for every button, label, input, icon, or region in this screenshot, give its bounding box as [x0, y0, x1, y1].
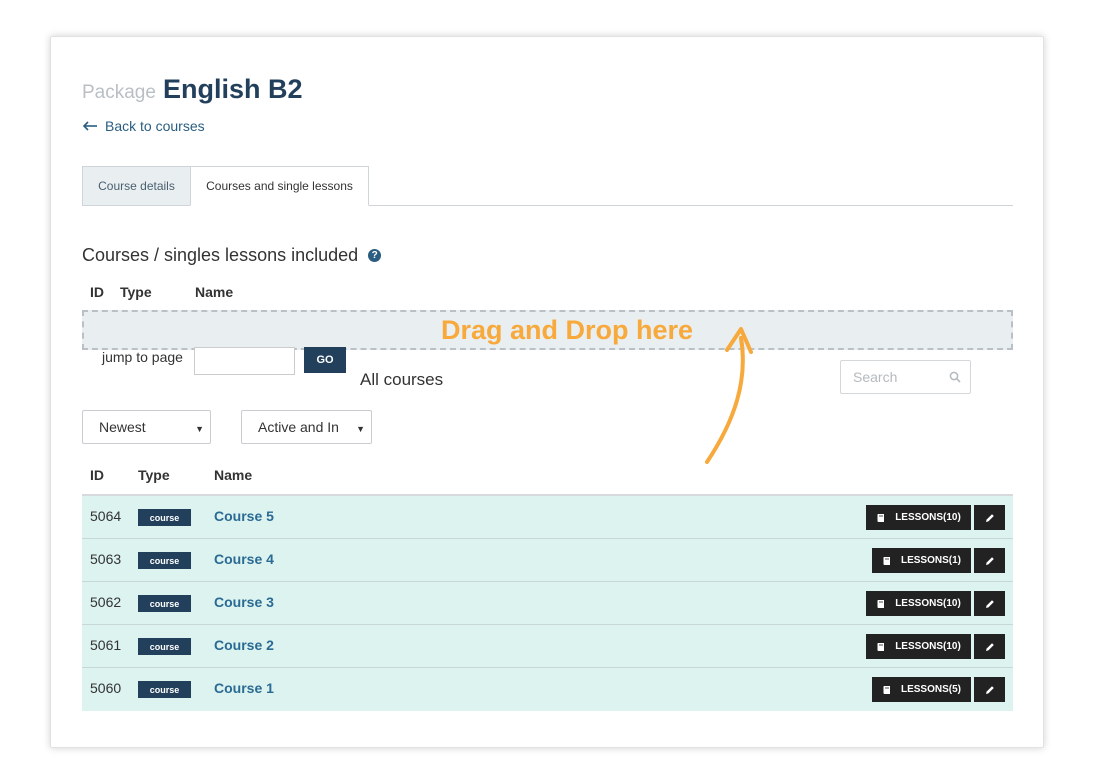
row-id: 5062	[90, 594, 122, 610]
status-filter-select[interactable]: Active and In ▼	[241, 410, 372, 444]
pencil-icon	[985, 599, 994, 608]
book-icon	[883, 685, 890, 694]
tab-bar: Course details Courses and single lesson…	[82, 166, 1013, 206]
jump-to-page-input[interactable]	[194, 347, 295, 375]
pencil-icon	[985, 642, 994, 651]
jump-to-page-label: jump to page	[102, 349, 183, 365]
lessons-button[interactable]: LESSONS(10)	[866, 505, 971, 530]
sort-select-value: Newest	[99, 419, 146, 435]
question-circle-icon[interactable]: ?	[368, 249, 382, 262]
lessons-button[interactable]: LESSONS(10)	[866, 591, 971, 616]
tab-courses-and-single-lessons[interactable]: Courses and single lessons	[190, 166, 369, 206]
course-name-link[interactable]: Course 5	[214, 508, 274, 524]
table-row[interactable]: 5062 course Course 3 LESSONS(10)	[82, 582, 1013, 625]
edit-button[interactable]	[974, 591, 1005, 616]
included-col-name: Name	[195, 284, 234, 300]
included-col-type: Type	[120, 284, 152, 300]
row-id: 5061	[90, 637, 122, 653]
type-badge: course	[138, 681, 191, 698]
course-name-link[interactable]: Course 1	[214, 680, 274, 696]
package-name: English B2	[162, 74, 303, 104]
search-field[interactable]	[840, 360, 971, 394]
table-row[interactable]: 5060 course Course 1 LESSONS(5)	[82, 668, 1013, 711]
lessons-button[interactable]: LESSONS(5)	[872, 677, 971, 702]
book-icon	[877, 642, 885, 651]
sort-select[interactable]: Newest ▼	[82, 410, 211, 444]
lessons-button-label: LESSONS(1)	[900, 555, 961, 566]
search-icon	[949, 371, 961, 383]
edit-button[interactable]	[974, 548, 1005, 573]
go-button[interactable]: GO	[304, 347, 346, 373]
included-col-id: ID	[90, 284, 104, 300]
drop-zone-text: Drag and Drop here	[441, 315, 694, 345]
course-name-link[interactable]: Course 4	[214, 551, 274, 567]
lessons-button-label: LESSONS(10)	[895, 641, 961, 652]
included-title-text: Courses / singles lessons included	[82, 245, 359, 265]
status-filter-value: Active and In	[258, 419, 339, 435]
row-id: 5063	[90, 551, 122, 567]
pencil-icon	[985, 685, 994, 694]
type-badge: course	[138, 638, 191, 655]
row-id: 5060	[90, 680, 122, 696]
course-name-link[interactable]: Course 3	[214, 594, 274, 610]
caret-down-icon: ▼	[356, 424, 365, 434]
edit-button[interactable]	[974, 677, 1005, 702]
row-id: 5064	[90, 508, 122, 524]
edit-button[interactable]	[974, 634, 1005, 659]
list-col-type: Type	[138, 467, 170, 483]
type-badge: course	[138, 552, 191, 569]
lessons-button[interactable]: LESSONS(10)	[866, 634, 971, 659]
table-row[interactable]: 5061 course Course 2 LESSONS(10)	[82, 625, 1013, 668]
lessons-button-label: LESSONS(10)	[895, 512, 961, 523]
arrow-left-icon	[82, 121, 97, 131]
included-section-title: Courses / singles lessons included ?	[82, 245, 382, 266]
lessons-button-label: LESSONS(10)	[895, 598, 961, 609]
table-row[interactable]: 5064 course Course 5 LESSONS(10)	[82, 496, 1013, 539]
package-label: Package	[82, 82, 156, 103]
package-card: Package English B2 Back to courses Cours…	[50, 36, 1044, 748]
table-row[interactable]: 5063 course Course 4 LESSONS(1)	[82, 539, 1013, 582]
list-col-id: ID	[90, 467, 104, 483]
pencil-icon	[985, 513, 994, 522]
caret-down-icon: ▼	[195, 424, 204, 434]
tab-course-details[interactable]: Course details	[82, 166, 191, 206]
book-icon	[877, 599, 885, 608]
book-icon	[877, 513, 885, 522]
type-badge: course	[138, 509, 191, 526]
courses-table: 5064 course Course 5 LESSONS(10) 5063 co…	[82, 496, 1013, 711]
book-icon	[883, 556, 890, 565]
all-courses-title: All courses	[360, 370, 444, 389]
back-link-label: Back to courses	[105, 118, 205, 134]
page-title: Package English B2	[82, 74, 302, 105]
course-name-link[interactable]: Course 2	[214, 637, 274, 653]
back-to-courses-link[interactable]: Back to courses	[82, 118, 205, 134]
lessons-button[interactable]: LESSONS(1)	[872, 548, 971, 573]
lessons-button-label: LESSONS(5)	[900, 684, 961, 695]
pencil-icon	[985, 556, 994, 565]
list-col-name: Name	[214, 467, 253, 483]
type-badge: course	[138, 595, 191, 612]
edit-button[interactable]	[974, 505, 1005, 530]
